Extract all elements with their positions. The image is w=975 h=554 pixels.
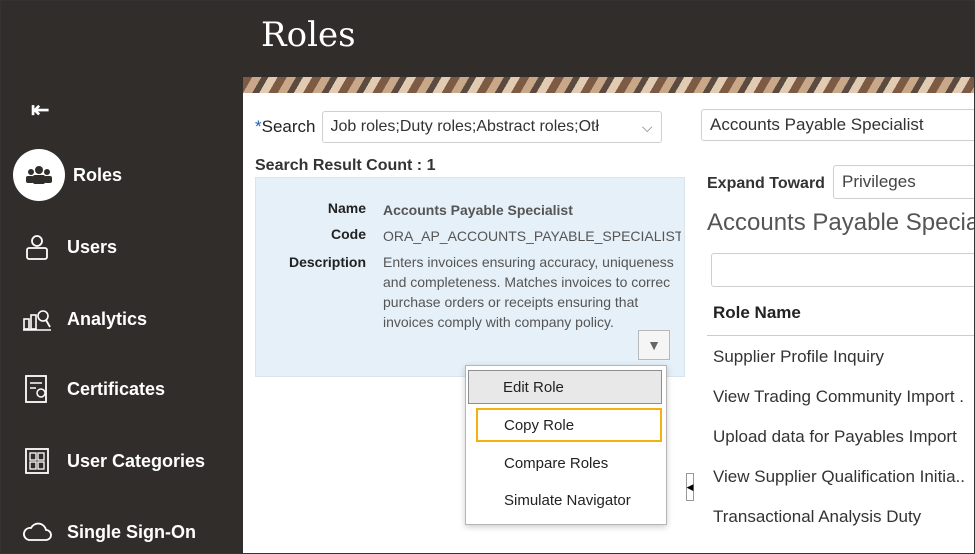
page-header: Roles bbox=[243, 1, 974, 77]
sidebar: ⇤ Roles Users Analytics Certificates Use… bbox=[1, 1, 243, 553]
sidebar-item-label: User Categories bbox=[67, 450, 206, 471]
table-row[interactable]: Supplier Profile Inquiry bbox=[713, 347, 884, 367]
actions-menu: Edit Role Copy Role Compare Roles Simula… bbox=[465, 365, 667, 525]
sidebar-item-roles[interactable]: Roles bbox=[13, 149, 123, 201]
cloud-icon bbox=[19, 514, 55, 550]
page-title: Roles bbox=[261, 15, 356, 55]
analytics-icon bbox=[19, 301, 55, 337]
categories-icon bbox=[19, 443, 55, 479]
table-row[interactable]: View Supplier Qualification Initia.. bbox=[713, 467, 965, 487]
chevron-down-icon: ⌵ bbox=[641, 118, 653, 135]
role-code-value: ORA_AP_ACCOUNTS_PAYABLE_SPECIALIST_JC bbox=[383, 228, 681, 244]
main-content: *Search Job roles;Duty roles;Abstract ro… bbox=[243, 93, 974, 553]
triangle-down-icon: ▼ bbox=[647, 337, 661, 353]
role-name-value: Accounts Payable Specialist bbox=[383, 202, 573, 218]
certificate-icon bbox=[19, 371, 55, 407]
sidebar-item-certificates[interactable]: Certificates bbox=[19, 371, 165, 407]
sidebar-item-users[interactable]: Users bbox=[19, 229, 117, 265]
hierarchy-filter-input[interactable] bbox=[711, 253, 974, 287]
sidebar-item-label: Single Sign-On bbox=[67, 521, 196, 542]
code-label: Code bbox=[331, 226, 366, 242]
sidebar-item-label: Certificates bbox=[67, 378, 166, 399]
expand-toward-label: Expand Toward bbox=[707, 175, 825, 192]
search-type-value: Job roles;Duty roles;Abstract roles;Otł bbox=[330, 118, 600, 135]
table-row[interactable]: Upload data for Payables Import bbox=[713, 427, 957, 447]
app-window: ⇤ Roles Users Analytics Certificates Use… bbox=[0, 0, 975, 554]
collapse-sidebar-icon[interactable]: ⇤ bbox=[31, 97, 49, 123]
sidebar-item-label: Analytics bbox=[67, 308, 148, 329]
sidebar-item-label: Roles bbox=[73, 164, 123, 185]
role-description-value: Enters invoices ensuring accuracy, uniqu… bbox=[383, 254, 674, 330]
search-pane: *Search Job roles;Duty roles;Abstract ro… bbox=[243, 93, 694, 553]
sidebar-item-single-sign-on[interactable]: Single Sign-On bbox=[19, 514, 196, 550]
result-card[interactable]: Name Accounts Payable Specialist Code OR… bbox=[255, 177, 685, 377]
triangle-left-icon: ◀ bbox=[686, 481, 694, 492]
column-header-role-name: Role Name bbox=[713, 303, 801, 322]
search-row: *Search Job roles;Duty roles;Abstract ro… bbox=[255, 111, 662, 143]
name-label: Name bbox=[327, 200, 366, 216]
menu-item-edit-role[interactable]: Edit Role bbox=[468, 370, 662, 404]
actions-dropdown-button[interactable]: ▼ bbox=[638, 330, 670, 360]
sidebar-item-user-categories[interactable]: User Categories bbox=[19, 443, 205, 479]
search-result-count: Search Result Count : 1 bbox=[255, 157, 436, 174]
hierarchy-title: Accounts Payable Speciali bbox=[707, 209, 975, 236]
sidebar-item-analytics[interactable]: Analytics bbox=[19, 301, 147, 337]
sidebar-item-label: Users bbox=[67, 236, 118, 257]
menu-item-compare-roles[interactable]: Compare Roles bbox=[470, 446, 660, 480]
search-type-select[interactable]: Job roles;Duty roles;Abstract roles;Otł … bbox=[321, 111, 662, 143]
expand-toward-select[interactable]: Privileges bbox=[833, 165, 974, 199]
decorative-banner bbox=[243, 77, 974, 93]
table-row[interactable]: Transactional Analysis Duty bbox=[713, 507, 921, 527]
users-group-icon bbox=[13, 149, 65, 201]
menu-item-simulate-navigator[interactable]: Simulate Navigator bbox=[470, 483, 660, 517]
selected-role-field[interactable]: Accounts Payable Specialist bbox=[701, 109, 974, 141]
table-row[interactable]: View Trading Community Import . bbox=[713, 387, 964, 407]
header-divider bbox=[707, 335, 974, 336]
description-label: Description bbox=[288, 254, 366, 270]
user-icon bbox=[19, 229, 55, 265]
menu-item-copy-role[interactable]: Copy Role bbox=[476, 408, 662, 442]
hierarchy-pane: Accounts Payable Specialist Expand Towar… bbox=[701, 93, 974, 553]
search-label: *Search bbox=[255, 117, 316, 136]
pane-splitter-handle[interactable]: ◀ bbox=[686, 473, 694, 501]
